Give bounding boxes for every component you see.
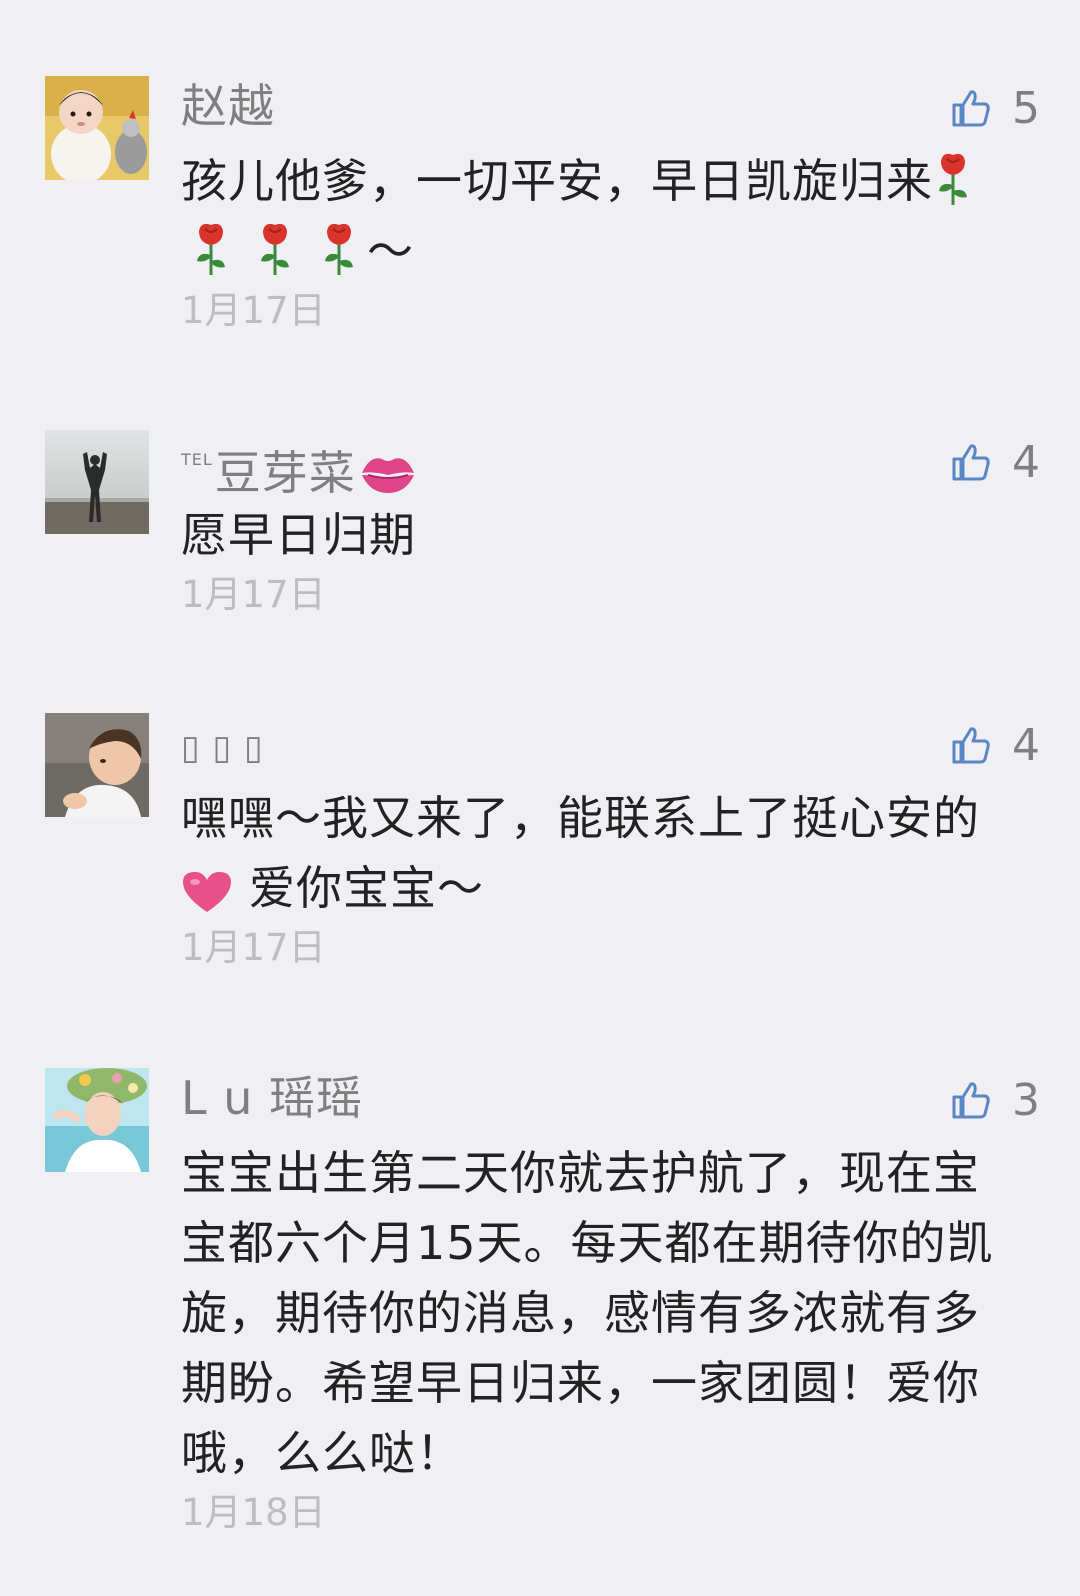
comment-line: 愿早日归期	[181, 508, 416, 562]
avatar[interactable]	[45, 713, 149, 817]
comment-line: 孩儿他爹，一切平安，早日凯旋归来	[181, 154, 933, 208]
comment-date: 1月17日	[181, 926, 326, 969]
rose-emoji	[191, 221, 231, 296]
nickname[interactable]: TEL豆芽菜	[181, 432, 416, 500]
comment-date: 1月17日	[181, 289, 326, 332]
like-count: 4	[1012, 436, 1040, 488]
like-button[interactable]: 4	[950, 434, 1040, 490]
avatar[interactable]	[45, 1068, 149, 1172]
avatar-bride-image	[45, 1068, 149, 1172]
nickname[interactable]: 赵越	[181, 78, 275, 134]
rose-emoji	[933, 151, 973, 226]
nickname-text: ▯ ▯ ▯	[181, 728, 264, 768]
kiss-mark-emoji	[360, 451, 416, 507]
like-count: 3	[1012, 1074, 1040, 1126]
avatar[interactable]	[45, 76, 149, 180]
comment-line: 宝都六个月15天。每天都在期待你的凯	[181, 1216, 994, 1270]
like-button[interactable]: 4	[950, 717, 1040, 773]
comment-date: 1月17日	[181, 573, 326, 616]
nickname[interactable]: L u 瑶瑶	[181, 1070, 363, 1126]
thumbs-up-icon	[950, 441, 992, 483]
comment-text: 孩儿他爹，一切平安，早日凯旋归来 ～	[181, 146, 996, 286]
comment-text: 嘿嘿～我又来了，能联系上了挺心安的 爱你宝宝～	[181, 783, 996, 923]
avatar[interactable]	[45, 430, 149, 534]
nickname-text: 赵越	[181, 79, 275, 133]
thumbs-up-icon	[950, 1079, 992, 1121]
comment-line: 嘿嘿～我又来了，能联系上了挺心安的	[181, 791, 980, 845]
rose-emoji	[255, 221, 295, 296]
nickname-prefix: TEL	[181, 450, 213, 469]
avatar-child-image	[45, 713, 149, 817]
avatar-beach-image	[45, 430, 149, 534]
like-button[interactable]: 3	[950, 1072, 1040, 1128]
avatar-baby-image	[45, 76, 149, 180]
comment-date: 1月18日	[181, 1491, 326, 1534]
nickname-text: 豆芽菜	[214, 446, 356, 500]
comment-text: 愿早日归期	[181, 500, 996, 570]
rose-emoji	[319, 221, 359, 296]
nickname[interactable]: ▯ ▯ ▯	[181, 715, 264, 771]
like-button[interactable]: 5	[950, 80, 1040, 136]
thumbs-up-icon	[950, 87, 992, 129]
thumbs-up-icon	[950, 724, 992, 766]
comment-line: 爱你宝宝～	[249, 861, 484, 915]
comment-list: 赵越 5 孩儿他爹，一切平安，早日凯旋归来 ～ 1月17日 TEL豆芽菜 4 愿…	[0, 0, 1080, 1596]
heart-emoji	[181, 863, 233, 933]
comment-line: 旋，期待你的消息，感情有多浓就有多	[181, 1286, 980, 1340]
comment-line: 宝宝出生第二天你就去护航了，现在宝	[181, 1146, 980, 1200]
comment-line: ～	[367, 224, 414, 278]
like-count: 5	[1012, 82, 1040, 134]
comment-line: 哦，么么哒！	[181, 1426, 463, 1480]
nickname-text: L u 瑶瑶	[181, 1071, 364, 1125]
comment-line: 期盼。希望早日归来，一家团圆！爱你	[181, 1356, 980, 1410]
comment-text: 宝宝出生第二天你就去护航了，现在宝 宝都六个月15天。每天都在期待你的凯 旋，期…	[181, 1138, 996, 1488]
like-count: 4	[1012, 719, 1040, 771]
